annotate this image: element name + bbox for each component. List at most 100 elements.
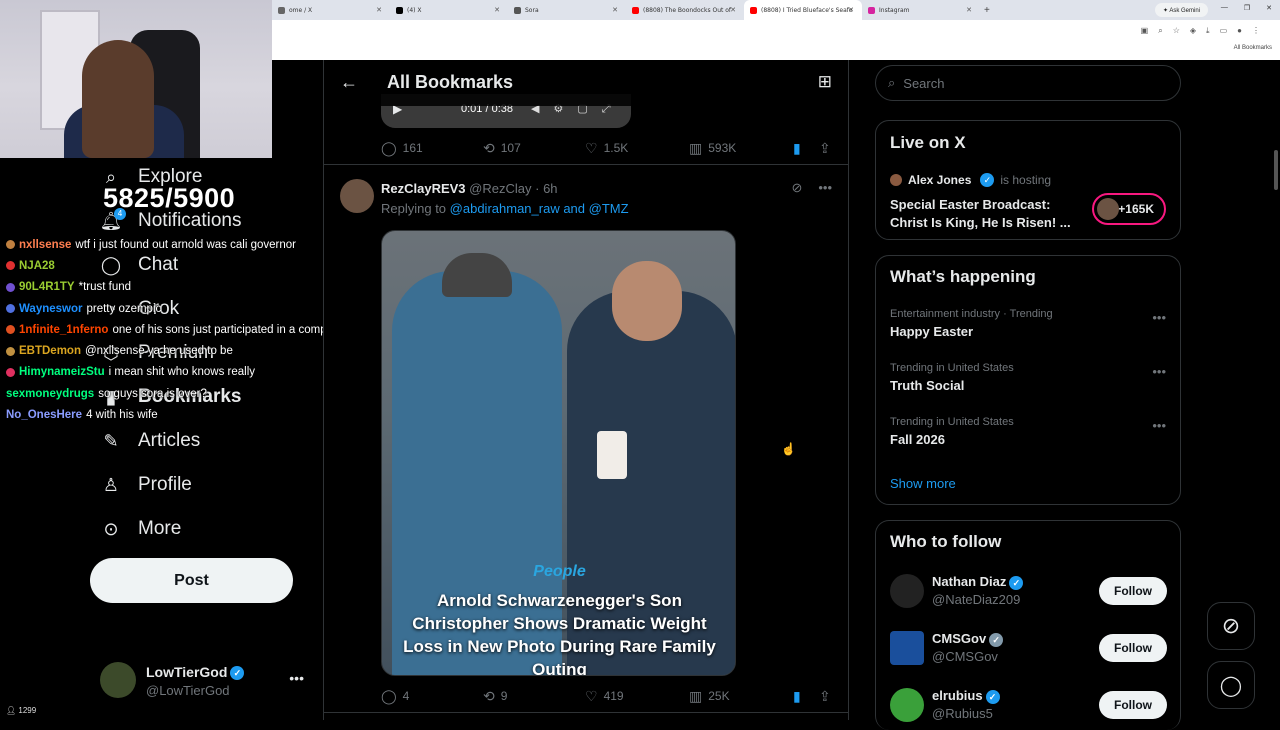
- new-tab-button[interactable]: +: [984, 5, 990, 16]
- heart-icon: ♡: [585, 687, 598, 704]
- live-listeners-pill[interactable]: +165K: [1092, 193, 1166, 225]
- grok-floating-button[interactable]: ⊘: [1207, 602, 1255, 650]
- close-icon[interactable]: ✕: [730, 6, 736, 14]
- repost-icon: ⟲: [483, 139, 495, 156]
- chat-badge-icon: [6, 346, 15, 356]
- mouse-cursor-icon: ☝: [781, 442, 796, 456]
- share-button[interactable]: ⇪: [819, 140, 831, 157]
- more-dots-icon[interactable]: •••: [818, 180, 832, 196]
- photo-cup: [597, 431, 627, 479]
- like-button[interactable]: ♡ 1.5K: [585, 140, 628, 157]
- verified-icon: ✓: [980, 173, 995, 187]
- browser-tab[interactable]: Instagram ✕: [862, 0, 980, 20]
- more-dots-icon[interactable]: •••: [1152, 310, 1166, 325]
- zoom-icon[interactable]: ⌕: [1158, 26, 1162, 36]
- more-dots-icon[interactable]: •••: [1152, 364, 1166, 379]
- nav-articles[interactable]: ✎ Articles: [100, 430, 200, 452]
- browser-tab[interactable]: (8808) I Tried Blueface's Seafo ✕: [744, 0, 862, 20]
- repost-icon: ⟲: [483, 687, 495, 704]
- bookmark-folder-icon[interactable]: ⊞: [818, 72, 832, 92]
- reply-button[interactable]: ◯ 161: [381, 140, 423, 157]
- views-button[interactable]: ▥ 593K: [689, 140, 736, 157]
- tweet-author[interactable]: RezClayREV3 @RezClay · 6h: [381, 181, 558, 196]
- close-icon[interactable]: ✕: [494, 6, 500, 14]
- minimize-icon[interactable]: —: [1221, 4, 1228, 12]
- nav-more[interactable]: ⊙ More: [100, 518, 181, 540]
- reply-icon: ◯: [381, 687, 397, 704]
- puzzle-icon[interactable]: ◈: [1190, 26, 1196, 36]
- chat-badge-icon: [6, 261, 15, 271]
- tweet-actions: ◯ 4 ⟲ 9 ♡ 419 ▥ 25K ▮ ⇪: [381, 686, 833, 706]
- toolbar-icons: ▣ ⌕ ☆ ◈ ⤓ ▭ ● ⋮: [1141, 26, 1260, 36]
- all-bookmarks-link[interactable]: All Bookmarks: [1234, 45, 1272, 51]
- search-icon: ⌕: [888, 75, 896, 90]
- follow-button[interactable]: Follow: [1099, 634, 1167, 662]
- post-button[interactable]: Post: [90, 558, 293, 603]
- close-icon[interactable]: ✕: [376, 6, 382, 14]
- close-icon[interactable]: ✕: [612, 6, 618, 14]
- replying-to-link[interactable]: @abdirahman_raw and @TMZ: [450, 201, 629, 216]
- browser-tab[interactable]: (4) X ✕: [390, 0, 508, 20]
- profile-icon[interactable]: ●: [1237, 26, 1242, 36]
- reply-button[interactable]: ◯ 4: [381, 688, 409, 705]
- address-bar[interactable]: ▣ ⌕ ☆ ◈ ⤓ ▭ ● ⋮: [272, 20, 1280, 42]
- webcam-overlay: [0, 0, 272, 158]
- more-dots-icon[interactable]: •••: [1152, 418, 1166, 433]
- repost-button[interactable]: ⟲ 9: [483, 688, 507, 705]
- close-icon[interactable]: ✕: [1266, 4, 1272, 12]
- replying-to: Replying to @abdirahman_raw and @TMZ: [381, 201, 629, 216]
- close-icon[interactable]: ✕: [848, 6, 854, 14]
- live-broadcast-title[interactable]: Special Easter Broadcast: Christ Is King…: [890, 196, 1080, 232]
- nav-profile[interactable]: ♙ Profile: [100, 474, 192, 496]
- tweet-divider: [324, 164, 848, 165]
- sidebar-icon[interactable]: ▭: [1220, 26, 1228, 36]
- verified-icon: ✓: [230, 666, 245, 681]
- account-handle: @LowTierGod: [146, 683, 230, 698]
- live-on-x-panel: Live on X Alex Jones ✓ is hosting Special …: [875, 120, 1181, 240]
- follow-button[interactable]: Follow: [1099, 691, 1167, 719]
- panel-heading: Who to follow: [890, 532, 1002, 551]
- trend-item[interactable]: Trending in United States Fall 2026: [890, 416, 1014, 447]
- chat-badge-icon: [6, 325, 15, 335]
- maximize-icon[interactable]: ❐: [1244, 4, 1250, 12]
- follow-button[interactable]: Follow: [1099, 577, 1167, 605]
- account-switcher[interactable]: LowTierGod ✓ @LowTierGod •••: [100, 660, 310, 704]
- trend-item[interactable]: Entertainment industry · Trending Happy E…: [890, 308, 1053, 339]
- ask-gemini-button[interactable]: ✦ Ask Gemini: [1154, 3, 1208, 17]
- browser-tab[interactable]: (8808) The Boondocks Out of ✕: [626, 0, 744, 20]
- grok-icon[interactable]: ⊘: [791, 180, 802, 196]
- bookmark-button[interactable]: ▮: [793, 140, 801, 157]
- avatar[interactable]: [340, 179, 374, 213]
- tweet-menu: ⊘ •••: [791, 180, 832, 196]
- tweet-divider: [324, 712, 848, 713]
- back-arrow-icon[interactable]: ←: [340, 72, 358, 93]
- browser-tab[interactable]: ome / X ✕: [272, 0, 390, 20]
- show-more-link[interactable]: Show more: [890, 476, 956, 491]
- star-icon[interactable]: ☆: [1173, 26, 1180, 36]
- browser-tab[interactable]: Sora ✕: [508, 0, 626, 20]
- search-input[interactable]: ⌕ Search: [875, 65, 1181, 101]
- more-icon: ⊙: [103, 518, 119, 539]
- browser-tab-bar: ome / X ✕ (4) X ✕ Sora ✕ (8808) The Boondoc…: [272, 0, 1280, 20]
- more-dots-icon[interactable]: •••: [289, 670, 304, 686]
- views-button[interactable]: ▥ 25K: [689, 688, 730, 705]
- live-host[interactable]: Alex Jones ✓ is hosting: [890, 173, 1051, 187]
- scrollbar[interactable]: [1274, 150, 1278, 190]
- bookmark-button[interactable]: ▮: [793, 688, 801, 705]
- menu-icon[interactable]: ⋮: [1252, 26, 1260, 36]
- youtube-icon: [632, 6, 639, 14]
- repost-button[interactable]: ⟲ 107: [483, 140, 521, 157]
- viewer-count: 👤︎ 1299: [6, 706, 37, 715]
- nav-notifications[interactable]: 🔔︎ 4 Notifications: [100, 208, 242, 232]
- tweet-image[interactable]: People Arnold Schwarzenegger's Son Chris…: [381, 230, 736, 676]
- share-button[interactable]: ⇪: [819, 688, 831, 705]
- messages-floating-button[interactable]: ◯: [1207, 661, 1255, 709]
- extension-icon[interactable]: ▣: [1141, 26, 1149, 36]
- download-icon[interactable]: ⤓: [1206, 26, 1210, 36]
- trend-item[interactable]: Trending in United States Truth Social: [890, 362, 1014, 393]
- account-name: LowTierGod ✓: [146, 664, 245, 681]
- close-icon[interactable]: ✕: [966, 6, 972, 14]
- like-button[interactable]: ♡ 419: [585, 688, 624, 705]
- x-icon: [396, 6, 403, 14]
- avatar: [100, 662, 136, 698]
